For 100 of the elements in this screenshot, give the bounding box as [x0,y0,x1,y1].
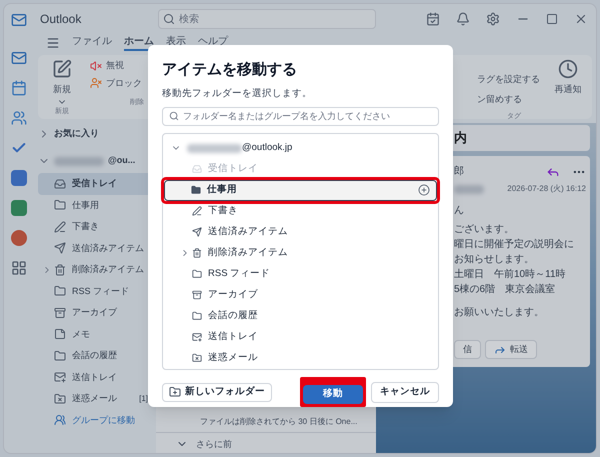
inbox-icon [54,178,66,190]
message-date: 2026-07-28 (火) 16:12 [507,183,586,195]
maximize-icon[interactable] [546,13,558,25]
folder-item[interactable]: 削除済みアイテム [38,259,156,280]
body-line: 曜日に開催予定の説明会に [454,238,575,252]
inbox-icon [192,164,202,174]
new-folder-button[interactable]: 新しいフォルダー [162,382,272,402]
folder-plus-icon [169,386,181,398]
folder-item[interactable]: 送信済みアイテム [38,238,156,259]
clock-icon[interactable] [558,59,578,79]
outbox-icon [192,332,202,342]
folder-label: アーカイブ [72,306,117,319]
snooze-button[interactable]: 再通知 [554,83,582,96]
folder-item[interactable]: 迷惑メール [1] [38,388,156,410]
dialog-title: アイテムを移動する [162,60,298,80]
unread-count: [1] [139,392,148,405]
account-name[interactable]: @outlook.jp [242,141,292,156]
tree-item[interactable]: 削除済みアイテム [166,242,435,264]
folder-x-icon [192,353,202,364]
sender-name: 郎 [454,164,464,179]
folder-label: アーカイブ [208,288,258,302]
tree-item[interactable]: RSS フィード [166,264,435,285]
folder-item[interactable]: メモ [38,324,156,345]
folder-icon [191,185,201,196]
bell-icon[interactable] [456,12,470,26]
calendar-check-icon[interactable] [426,12,440,26]
body-line: お知らせします。 [454,253,535,267]
trash-icon [192,248,202,258]
folder-item[interactable]: 会話の履歴 [38,345,156,366]
tree-item[interactable]: 仕事用 [164,180,437,201]
ribbon-tab[interactable]: ヘルプ [198,35,228,51]
subject-text: 内 [454,129,467,148]
body-line: ございます。 [454,223,515,237]
body-line: 5棟の6階 東京会議室 [454,282,556,297]
folder-item[interactable]: 仕事用 [38,194,156,216]
folder-label: 削除済みアイテム [208,246,288,260]
folder-item[interactable]: RSS フィード [38,280,156,302]
block-button[interactable]: ブロック [90,76,144,90]
ribbon-tab[interactable]: 表示 [166,35,186,51]
search-icon [163,13,175,25]
tree-item[interactable]: 送信トレイ [166,326,435,348]
folder-label: 仕事用 [207,183,237,198]
menu-icon[interactable] [46,36,60,50]
pen-icon [192,206,202,216]
tree-item[interactable]: 迷惑メール [166,348,435,369]
folder-search-field[interactable]: フォルダー名またはグループ名を入力してください [162,106,439,126]
account-name[interactable]: @ou... [108,154,136,168]
flag-button[interactable]: ラグを設定する [477,73,540,86]
forward-button[interactable]: 転送 [485,340,537,359]
mute-icon [90,60,102,72]
folder-label: メモ [72,328,90,340]
compose-icon[interactable] [52,59,72,79]
apps-icon[interactable] [11,260,27,276]
add-icon[interactable] [418,184,430,196]
body-line: お願いいたします。 [454,306,545,320]
folder-label: 迷惑メール [72,392,117,405]
archive-icon [54,306,66,319]
section-heading[interactable]: さらに前 [196,438,232,451]
tree-item[interactable]: 会話の履歴 [166,306,435,327]
tree-item[interactable]: アーカイブ [166,284,435,306]
folder-icon [192,269,202,280]
cancel-button[interactable]: キャンセル [371,382,439,402]
pin-button[interactable]: ン留めする [477,92,540,106]
block-icon [90,77,102,90]
folder-label: RSS フィード [208,267,270,282]
folder-item[interactable]: 送信トレイ [38,366,156,388]
settings-icon[interactable] [486,12,500,26]
folder-label: 受信トレイ [208,162,258,176]
folder-label: 受信トレイ [72,177,117,190]
folder-label: 下書き [208,204,238,218]
close-icon[interactable] [574,12,588,26]
folder-label: 会話の履歴 [208,309,258,324]
reply-button[interactable]: 信 [454,340,481,359]
folder-label: 送信トレイ [72,370,117,384]
trash-icon [54,264,66,276]
folder-label: 削除済みアイテム [72,263,144,276]
favorites-heading[interactable]: お気に入り [54,127,99,141]
folder-icon [54,199,66,212]
dialog-subtitle: 移動先フォルダーを選択します。 [162,86,313,100]
ignore-button[interactable]: 無視 [90,59,144,72]
search-icon [169,111,179,122]
folder-label: RSS フィード [72,284,130,298]
people-icon[interactable] [11,110,27,126]
tree-item[interactable]: 送信済みアイテム [166,222,435,243]
folder-label: 下書き [72,220,99,233]
folder-item[interactable]: グループに移動 [38,410,156,431]
outbox-icon [54,371,66,384]
notice-text: ファイルは削除されてから 30 日後に One... [199,416,358,428]
folder-icon [192,311,202,322]
folder-label: 送信済みアイテム [208,225,288,240]
folder-item[interactable]: アーカイブ [38,302,156,324]
calendar-icon[interactable] [11,80,27,96]
send-icon [54,242,66,254]
ribbon-tab[interactable]: ファイル [72,35,112,51]
folder-icon [54,285,66,298]
folder-item[interactable]: 下書き [38,216,156,238]
tree-item[interactable]: 下書き [166,200,435,222]
new-button[interactable]: 新規 [53,83,71,96]
mail-icon[interactable] [11,50,27,66]
move-button[interactable]: 移動 [303,384,363,404]
